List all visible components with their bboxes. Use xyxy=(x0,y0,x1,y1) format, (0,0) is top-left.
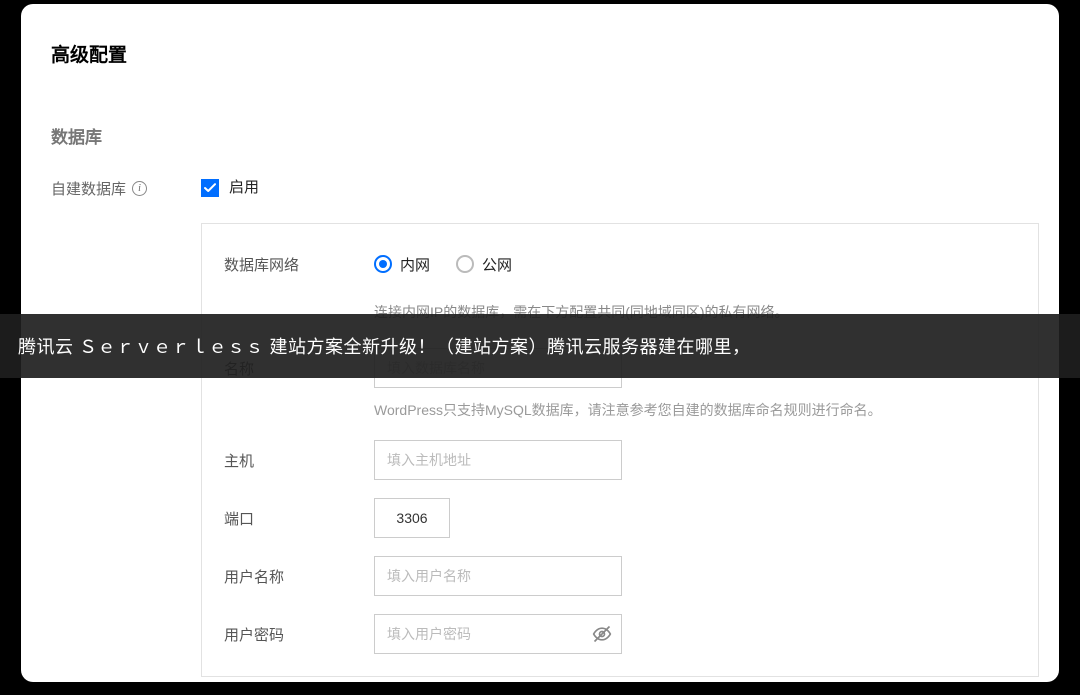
page-title: 高级配置 xyxy=(51,40,1029,67)
radio-dot-icon xyxy=(374,255,392,273)
eye-off-icon[interactable] xyxy=(592,624,612,644)
username-input[interactable] xyxy=(374,556,622,596)
radio-public-label: 公网 xyxy=(482,254,512,275)
port-input[interactable] xyxy=(374,498,450,538)
host-row: 主机 xyxy=(224,440,1016,480)
password-wrap xyxy=(374,614,622,654)
selfdb-label-col: 自建数据库 i xyxy=(51,176,201,199)
selfdb-label: 自建数据库 xyxy=(51,178,126,199)
port-label: 端口 xyxy=(224,508,374,529)
port-row: 端口 xyxy=(224,498,1016,538)
network-label: 数据库网络 xyxy=(224,254,374,275)
network-row: 数据库网络 内网 公网 xyxy=(224,244,1016,284)
section-database: 数据库 xyxy=(51,123,1029,148)
radio-intranet[interactable]: 内网 xyxy=(374,254,430,275)
banner-text: 腾讯云 Ｓｅｒｖｅｒｌｅｓｓ 建站方案全新升级！（建站方案）腾讯云服务器建在哪里… xyxy=(18,333,751,359)
radio-dot-icon xyxy=(456,255,474,273)
password-label: 用户密码 xyxy=(224,624,374,645)
info-icon[interactable]: i xyxy=(132,181,147,196)
password-row: 用户密码 xyxy=(224,614,1016,654)
password-input[interactable] xyxy=(374,614,622,654)
name-hint: WordPress只支持MySQL数据库，请注意参考您自建的数据库命名规则进行命… xyxy=(374,400,1016,420)
host-label: 主机 xyxy=(224,450,374,471)
db-config-box: 数据库网络 内网 公网 连接内网IP的数据库，需在下方配置共同(同地域同区)的私… xyxy=(201,223,1039,677)
username-label: 用户名称 xyxy=(224,566,374,587)
radio-intranet-label: 内网 xyxy=(400,254,430,275)
network-radio-group: 内网 公网 xyxy=(374,254,512,275)
selfdb-enable[interactable]: 启用 xyxy=(201,176,259,197)
overlay-banner: 腾讯云 Ｓｅｒｖｅｒｌｅｓｓ 建站方案全新升级！（建站方案）腾讯云服务器建在哪里… xyxy=(0,314,1080,378)
username-row: 用户名称 xyxy=(224,556,1016,596)
radio-public[interactable]: 公网 xyxy=(456,254,512,275)
selfdb-row: 自建数据库 i 启用 xyxy=(51,176,1029,199)
host-input[interactable] xyxy=(374,440,622,480)
checkbox-checked-icon[interactable] xyxy=(201,179,219,197)
enable-label: 启用 xyxy=(229,176,259,197)
